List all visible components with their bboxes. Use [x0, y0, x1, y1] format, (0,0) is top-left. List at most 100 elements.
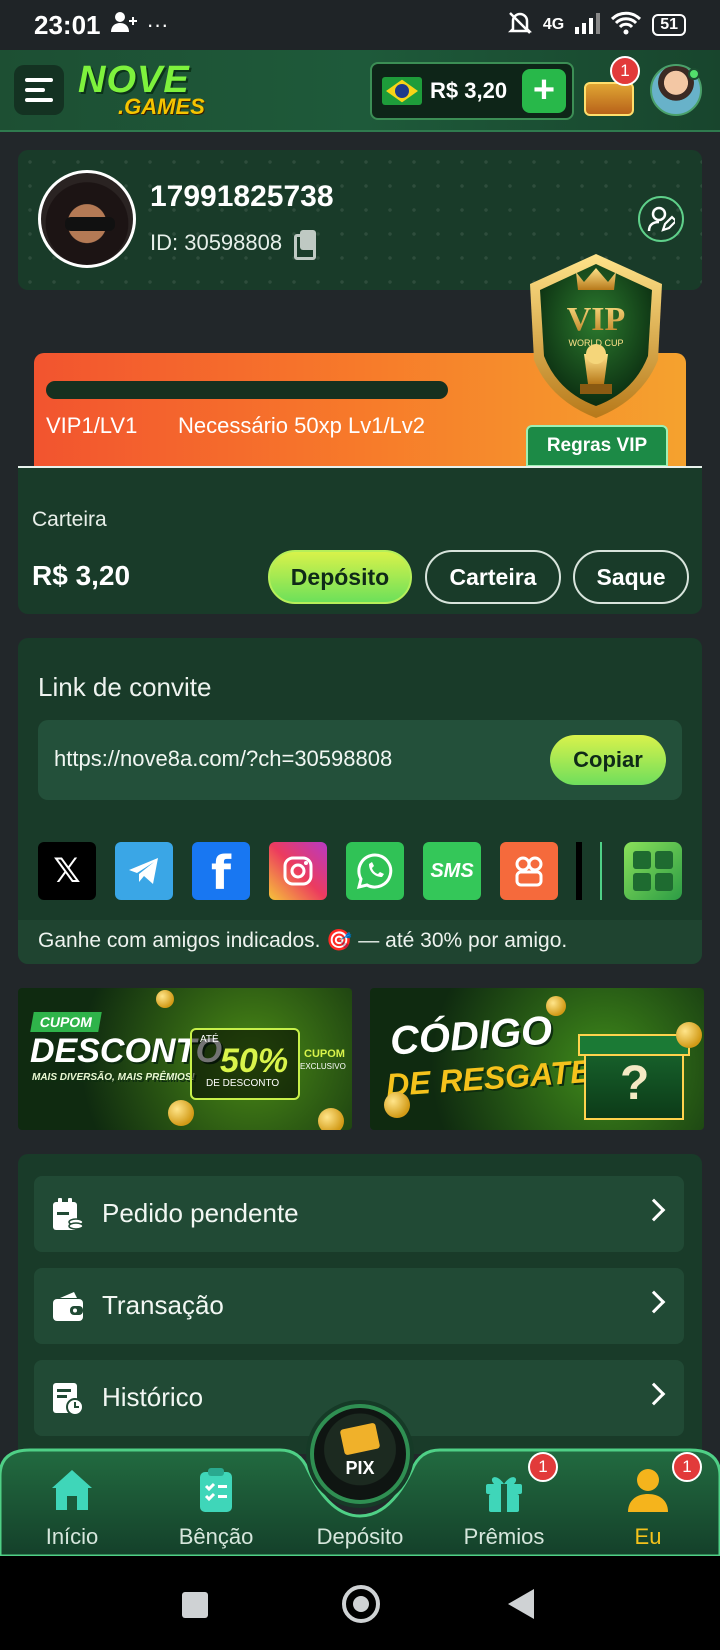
- home-button[interactable]: [342, 1585, 380, 1623]
- nav-blessing[interactable]: Bênção: [156, 1466, 276, 1556]
- share-more-button[interactable]: [624, 842, 682, 900]
- wallet-button[interactable]: Carteira: [425, 550, 561, 604]
- telegram-icon: [129, 858, 158, 884]
- discount-percent: 50%: [220, 1042, 289, 1080]
- nav-me[interactable]: 1 Eu: [588, 1452, 708, 1556]
- discount-percent-sub: DE DESCONTO: [206, 1078, 280, 1089]
- kwai-icon: [515, 856, 543, 887]
- home-icon: [52, 1470, 92, 1510]
- nav-label: Início: [45, 1524, 99, 1549]
- nav-label: Eu: [634, 1524, 662, 1549]
- x-icon: 𝕏: [53, 851, 81, 891]
- withdraw-button[interactable]: Saque: [573, 550, 689, 604]
- redeem-code-banner[interactable]: CÓDIGO DE RESGATE ?: [370, 988, 704, 1130]
- share-row: 𝕏 f SMS: [38, 842, 558, 900]
- discount-up-to: ATÉ: [200, 1034, 219, 1045]
- instagram-icon: [283, 856, 313, 886]
- discount-subtitle: MAIS DIVERSÃO, MAIS PRÊMIOS!: [32, 1072, 195, 1083]
- clipboard-icon: [200, 1468, 232, 1512]
- wallet-amount: R$ 3,20: [32, 560, 131, 591]
- coin-icon: [318, 1108, 344, 1130]
- facebook-icon: f: [210, 846, 231, 900]
- pending-orders-icon: [53, 1198, 84, 1230]
- coin-icon: [676, 1022, 702, 1048]
- menu-button[interactable]: [14, 65, 64, 115]
- signal-icon: [574, 12, 601, 39]
- invite-link[interactable]: https://nove8a.com/?ch=30598808: [54, 746, 392, 772]
- vip-shield-text: VIP: [567, 301, 626, 338]
- online-indicator: [688, 68, 700, 80]
- share-separator-line: [600, 842, 602, 900]
- share-kwai-button[interactable]: [500, 842, 558, 900]
- treasure-chest-icon: [584, 82, 634, 116]
- whatsapp-icon: [356, 853, 393, 890]
- back-button[interactable]: [508, 1589, 534, 1619]
- coin-icon: [384, 1092, 410, 1118]
- chest-badge: 1: [610, 56, 640, 86]
- vip-rules-button[interactable]: Regras VIP: [526, 425, 668, 467]
- share-whatsapp-button[interactable]: [346, 842, 404, 900]
- header-avatar[interactable]: [650, 64, 702, 116]
- status-bar: 23:01 ··· 4G 51: [0, 0, 720, 50]
- username: 17991825738: [150, 180, 334, 213]
- app-logo[interactable]: NOVE .GAMES: [78, 59, 205, 120]
- share-x-button[interactable]: 𝕏: [38, 842, 96, 900]
- menu-item-label: Histórico: [102, 1382, 204, 1412]
- share-facebook-button[interactable]: f: [192, 842, 250, 900]
- android-nav-bar: [0, 1556, 720, 1650]
- coin-icon: [156, 990, 174, 1008]
- vip-shield-icon: VIP WORLD CUP: [530, 254, 662, 418]
- share-instagram-button[interactable]: [269, 842, 327, 900]
- nav-prizes[interactable]: 1 Prêmios: [444, 1452, 564, 1556]
- chevron-right-icon: [642, 1382, 666, 1406]
- nav-label: Bênção: [178, 1524, 254, 1549]
- copy-id-icon[interactable]: [294, 230, 318, 260]
- sms-icon: SMS: [430, 859, 474, 882]
- gift-question-mark: ?: [620, 1057, 650, 1110]
- recent-apps-button[interactable]: [182, 1592, 208, 1618]
- history-icon: [53, 1383, 84, 1416]
- wallet-title: Carteira: [32, 508, 107, 531]
- prizes-badge: 1: [528, 1452, 558, 1482]
- menu-item-label: Pedido pendente: [102, 1198, 299, 1228]
- pix-deposit-button[interactable]: PIX: [310, 1404, 410, 1504]
- add-funds-button[interactable]: +: [522, 69, 566, 113]
- discount-ticket: ATÉ 50% DE DESCONTO: [190, 1028, 300, 1100]
- vip-level: VIP1/LV1: [46, 413, 138, 438]
- coupon-sub: EXCLUSIVO: [300, 1062, 346, 1071]
- coin-icon: [546, 996, 566, 1016]
- invite-note: Ganhe com amigos indicados. 🎯 — até 30% …: [18, 920, 702, 964]
- mute-icon: [507, 10, 533, 41]
- share-sms-button[interactable]: SMS: [423, 842, 481, 900]
- coin-icon: [168, 1100, 194, 1126]
- menu-item-transactions[interactable]: Transação: [34, 1268, 684, 1344]
- header-balance-amount: R$ 3,20: [430, 78, 508, 103]
- deposit-button[interactable]: Depósito: [268, 550, 412, 604]
- nav-label: Prêmios: [463, 1524, 545, 1549]
- more-notifications-icon: ···: [146, 12, 169, 37]
- bottom-navigation: Início Bênção Depósito PIX 1 Prêmios 1 E…: [0, 1404, 720, 1556]
- invite-link-box: https://nove8a.com/?ch=30598808 Copiar: [38, 720, 682, 800]
- gift-box-icon: ?: [578, 1016, 690, 1120]
- discount-coupon-banner[interactable]: CUPOM DESCONTO MAIS DIVERSÃO, MAIS PRÊMI…: [18, 988, 352, 1130]
- user-edit-icon: [647, 206, 675, 232]
- share-telegram-button[interactable]: [115, 842, 173, 900]
- invite-card: Link de convite https://nove8a.com/?ch=3…: [18, 638, 702, 964]
- logo-text-top: NOVE: [78, 59, 190, 101]
- header-balance[interactable]: R$ 3,20 +: [370, 62, 574, 120]
- user-icon: [628, 1469, 668, 1512]
- treasure-chest-button[interactable]: 1: [580, 56, 640, 120]
- wifi-icon: [610, 11, 642, 40]
- battery-indicator: 51: [652, 14, 686, 36]
- user-id-row: ID: 30598808: [150, 230, 318, 260]
- copy-link-button[interactable]: Copiar: [550, 735, 666, 785]
- nav-home[interactable]: Início: [12, 1466, 132, 1556]
- discount-tag: CUPOM: [30, 1012, 102, 1032]
- profile-avatar[interactable]: [38, 170, 136, 268]
- menu-item-pending-orders[interactable]: Pedido pendente: [34, 1176, 684, 1252]
- wallet-card: Carteira R$ 3,20 Depósito Carteira Saque: [18, 468, 702, 614]
- logo-text-bottom: .GAMES: [118, 94, 205, 120]
- edit-profile-button[interactable]: [638, 196, 684, 242]
- gift-icon: [486, 1477, 522, 1512]
- chevron-right-icon: [642, 1290, 666, 1314]
